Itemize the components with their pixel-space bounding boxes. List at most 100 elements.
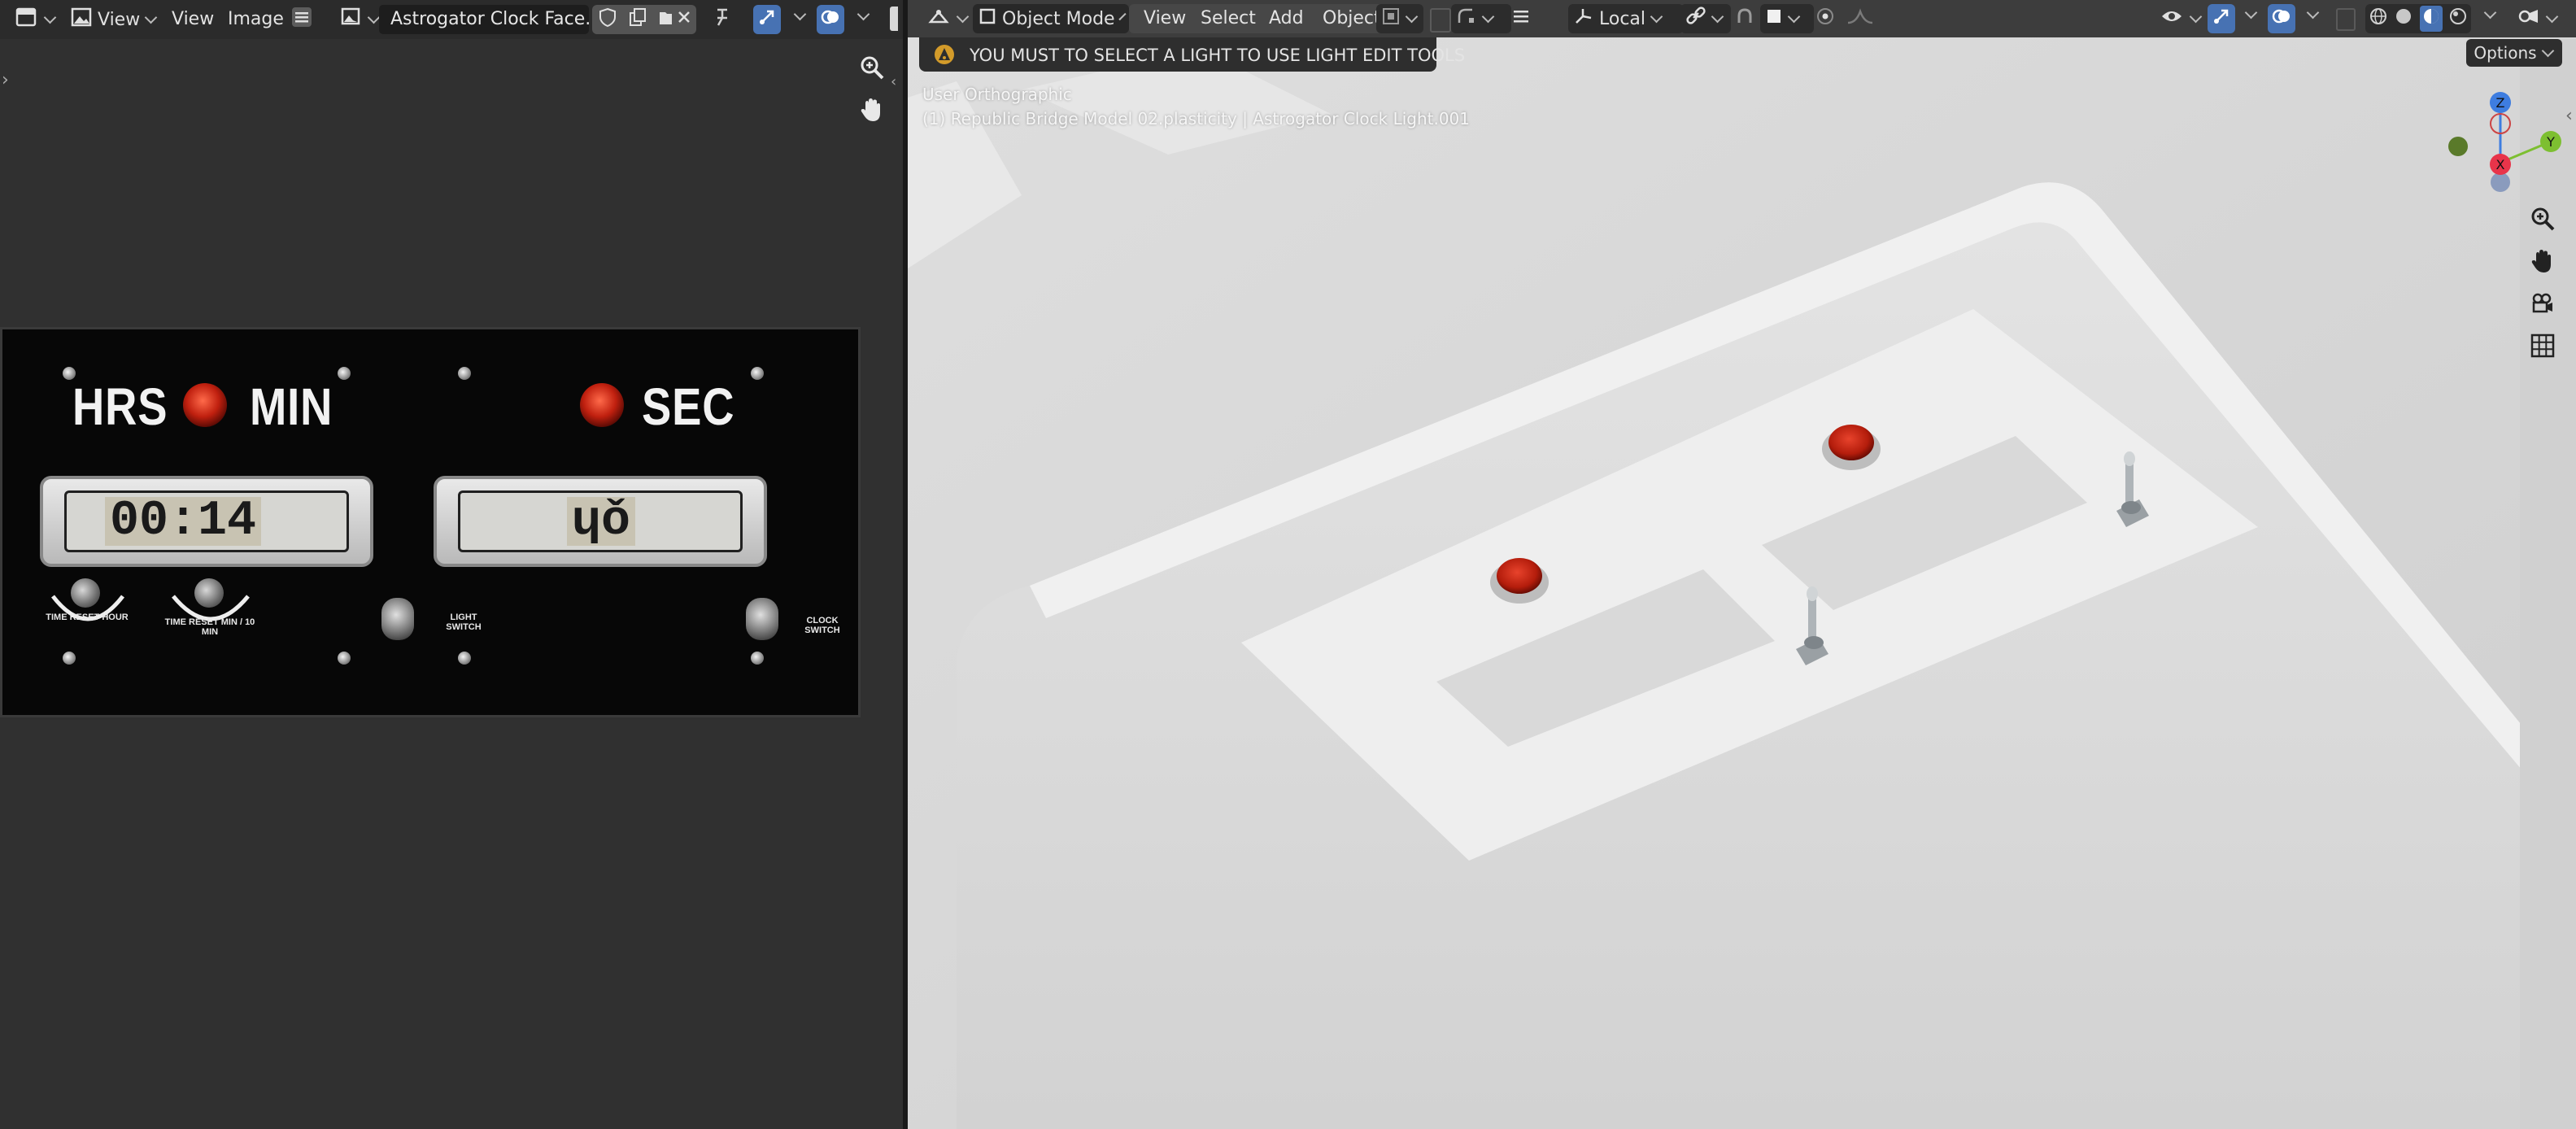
- chevron-down-icon: [956, 10, 970, 23]
- chevron-down-icon: [367, 11, 381, 24]
- hours-minutes-display: 00:14: [40, 476, 373, 567]
- chevron-down-icon: [1650, 10, 1663, 23]
- 3d-viewport[interactable]: [908, 0, 2576, 1129]
- menu-select[interactable]: Select: [1194, 4, 1262, 33]
- shading-mode-group: [2365, 4, 2471, 33]
- chevron-down-icon[interactable]: [793, 7, 807, 21]
- local-orientation-icon: [1573, 7, 1594, 31]
- region-collapse-arrow-icon[interactable]: ‹: [891, 73, 896, 90]
- gizmo-y-label: Y: [2546, 134, 2555, 150]
- snap-icon: [1456, 7, 1477, 31]
- red-indicator-light: [183, 383, 227, 427]
- chevron-down-icon: [1711, 10, 1724, 23]
- proportional-edit-dropdown[interactable]: [1451, 4, 1511, 33]
- solid-shading-icon[interactable]: [2394, 7, 2413, 31]
- pivot-dropdown[interactable]: [1376, 4, 1423, 33]
- 3d-viewport-icon: [927, 6, 952, 32]
- gizmo-neg-y-icon[interactable]: [2448, 137, 2468, 156]
- increment-snap-icon: [1765, 7, 1783, 30]
- gizmo-icon: [2211, 6, 2232, 32]
- clipped-header-button[interactable]: [890, 7, 898, 31]
- xray-toggle-icon[interactable]: [2336, 8, 2356, 31]
- chevron-down-icon[interactable]: [2483, 6, 2497, 20]
- mode-label: Object Mode: [1002, 8, 1115, 29]
- image-browse-icon: [340, 7, 363, 33]
- screw: [751, 367, 764, 380]
- label-sec: SEC: [642, 377, 735, 436]
- sidebar-expand-arrow-icon[interactable]: ‹: [2565, 106, 2573, 126]
- header-menu-button[interactable]: [286, 5, 317, 34]
- object-mode-icon: [978, 7, 997, 31]
- material-preview-icon[interactable]: [2419, 6, 2443, 32]
- chevron-down-icon: [144, 11, 158, 24]
- image-name-field[interactable]: Astrogator Clock Face.png: [379, 5, 589, 34]
- sidebar-expand-arrow-icon[interactable]: ›: [2, 70, 9, 90]
- chevron-down-icon: [2545, 10, 2559, 23]
- gizmo-toggle-button[interactable]: [753, 5, 781, 34]
- chevron-down-icon[interactable]: [2244, 6, 2258, 20]
- menu-view[interactable]: View: [1137, 4, 1192, 33]
- browse-image-button[interactable]: [335, 5, 386, 34]
- gizmo-x-label: X: [2496, 157, 2505, 172]
- falloff-dropdown[interactable]: [1842, 4, 1879, 33]
- options-dropdown[interactable]: Options: [2466, 39, 2562, 67]
- image-editor-icon: [15, 7, 39, 33]
- pan-button[interactable]: [2525, 246, 2561, 281]
- rendered-shading-icon[interactable]: [2448, 7, 2468, 31]
- gizmo-neg-z-icon[interactable]: [2491, 172, 2510, 192]
- snap-target-dropdown[interactable]: [1760, 4, 1814, 33]
- transform-orientation-dropdown[interactable]: Local: [1568, 4, 1684, 33]
- editor-type-button[interactable]: [10, 5, 62, 34]
- zoom-button[interactable]: [854, 52, 890, 88]
- fake-user-shield-icon[interactable]: [597, 7, 618, 33]
- view-name-label: User Orthographic: [922, 85, 1072, 104]
- grid-icon: [2529, 332, 2556, 364]
- pan-button[interactable]: [854, 94, 890, 130]
- visibility-dropdown[interactable]: [2155, 4, 2208, 33]
- hamburger-icon: [1511, 7, 1531, 31]
- overlay-icon: [820, 7, 841, 33]
- chevron-down-icon[interactable]: [2306, 6, 2320, 20]
- header-menu-button[interactable]: [1506, 4, 1536, 33]
- proportional-editing-toggle[interactable]: [1811, 4, 1840, 33]
- eye-select-icon: [2160, 7, 2185, 31]
- screw: [338, 652, 351, 665]
- caption-reset-minute: TIME RESET MIN / 10 MIN: [164, 617, 255, 637]
- camera-orbit-icon: [2517, 6, 2541, 32]
- view-mode-dropdown[interactable]: View: [65, 5, 163, 34]
- snap-toggle-icon[interactable]: [1430, 8, 1451, 33]
- duplicate-icon[interactable]: [627, 7, 648, 33]
- overlay-toggle-button[interactable]: [2268, 4, 2295, 33]
- mode-dropdown[interactable]: Object Mode: [973, 4, 1129, 33]
- camera-view-button[interactable]: [2525, 288, 2561, 324]
- viewport-extra-dropdown[interactable]: [2512, 4, 2564, 33]
- close-icon: [676, 9, 692, 30]
- navigation-gizmo[interactable]: Z Y X: [2432, 81, 2562, 203]
- editor-type-button[interactable]: [922, 4, 974, 33]
- menu-image[interactable]: Image: [221, 5, 290, 34]
- pivot-icon: [1381, 7, 1401, 31]
- hand-icon: [858, 96, 886, 129]
- pin-button[interactable]: [706, 5, 737, 34]
- red-light-dome: [1828, 425, 1874, 460]
- menu-add[interactable]: Add: [1262, 4, 1310, 33]
- time-digits: 00:14: [105, 497, 262, 546]
- chevron-down-icon[interactable]: [856, 7, 870, 21]
- warning-text: YOU MUST TO SELECT A LIGHT TO USE LIGHT …: [970, 46, 1466, 65]
- label-hrs: HRS: [72, 377, 168, 436]
- caption-clock-switch: CLOCK SWITCH: [804, 616, 840, 635]
- zoom-button[interactable]: [2525, 203, 2561, 239]
- perspective-toggle-button[interactable]: [2525, 330, 2561, 366]
- gizmo-toggle-button[interactable]: [2208, 4, 2235, 33]
- snapping-toggle[interactable]: [1729, 4, 1760, 33]
- screw: [458, 367, 471, 380]
- unlink-image-button[interactable]: [672, 5, 696, 34]
- chevron-down-icon: [43, 11, 57, 24]
- overlay-toggle-button[interactable]: [817, 5, 844, 34]
- menu-view[interactable]: View: [165, 5, 220, 34]
- pivot-point-dropdown[interactable]: [1680, 4, 1731, 33]
- wireframe-shading-icon[interactable]: [2369, 7, 2388, 31]
- active-object-info: (1) Republic Bridge Model 02.plasticity …: [922, 109, 1471, 129]
- gizmo-z-label: Z: [2496, 95, 2505, 111]
- gizmo-icon: [756, 7, 778, 33]
